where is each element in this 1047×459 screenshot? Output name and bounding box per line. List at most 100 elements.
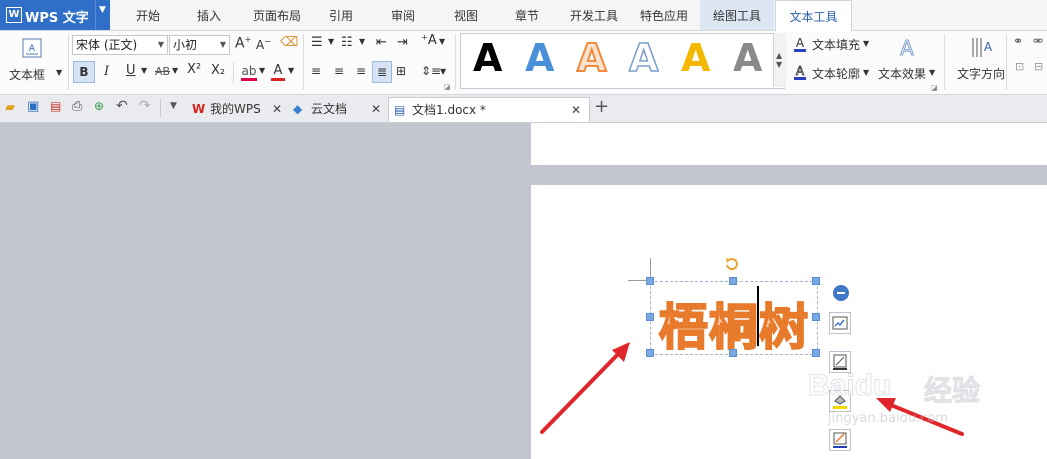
menu-special-apps[interactable]: 特色应用 — [632, 0, 696, 30]
menu-page-layout[interactable]: 页面布局 — [245, 0, 309, 30]
align-justify-icon[interactable]: ≣ — [372, 61, 392, 83]
resize-handle-ne[interactable] — [812, 277, 820, 285]
bold-button[interactable]: B — [73, 61, 95, 83]
font-size-select[interactable]: 小初 ▼ — [169, 35, 230, 55]
resize-handle-se[interactable] — [812, 349, 820, 357]
style-yellow[interactable]: A — [681, 36, 710, 80]
close-icon[interactable]: ✕ — [371, 97, 381, 121]
bullet-list-icon[interactable]: ☰ — [311, 35, 323, 50]
chevron-down-icon[interactable]: ▼ — [56, 68, 62, 77]
grow-font-icon[interactable]: A+ — [235, 35, 251, 52]
chevron-down-icon[interactable]: ▼ — [172, 66, 178, 75]
chevron-down-icon[interactable]: ▼ — [259, 66, 265, 75]
gallery-more-icon[interactable]: ▲ ▼ — [776, 51, 782, 69]
menu-start[interactable]: 开始 — [120, 0, 176, 30]
chevron-down-icon[interactable]: ▼ — [288, 66, 294, 75]
chevron-down-icon[interactable]: ▼ — [929, 68, 935, 77]
tab-my-wps[interactable]: W 我的WPS ✕ — [186, 97, 286, 121]
align-right-icon[interactable]: ≡ — [356, 64, 366, 78]
tab-cloud-docs[interactable]: ◆ 云文档 ✕ — [287, 97, 387, 121]
outline-color-button[interactable] — [829, 429, 851, 451]
subscript-button[interactable]: X₂ — [211, 63, 225, 78]
resize-handle-n[interactable] — [729, 277, 737, 285]
print-icon[interactable]: ⎙ — [72, 99, 82, 114]
highlight-icon[interactable]: ab — [239, 61, 259, 83]
textbox-margin-icon[interactable]: ⊡ — [1015, 60, 1024, 73]
chevron-down-icon[interactable]: ▼ — [328, 37, 334, 46]
align-center-icon[interactable]: ≡ — [334, 64, 344, 78]
dialog-launcher-icon[interactable]: ◪ — [444, 83, 451, 91]
close-icon[interactable]: ✕ — [571, 98, 581, 122]
new-tab-icon[interactable]: + — [594, 96, 609, 117]
align-left-icon[interactable]: ≡ — [311, 64, 321, 78]
menu-developer[interactable]: 开发工具 — [563, 0, 625, 30]
numbered-list-icon[interactable]: ☷ — [341, 35, 353, 50]
italic-button[interactable]: I — [104, 64, 109, 79]
decrease-indent-icon[interactable]: ⇤ — [376, 35, 387, 50]
menu-text-tools[interactable]: 文本工具 — [775, 0, 852, 31]
chevron-down-icon[interactable]: ▼ — [141, 66, 147, 75]
chevron-down-icon[interactable]: ▼ — [863, 39, 869, 48]
font-name-select[interactable]: 宋体 (正文) ▼ — [72, 35, 168, 55]
resize-handle-nw[interactable] — [646, 277, 654, 285]
document-canvas[interactable]: 梧桐树 Baidu 经验 jingyan.baidu.com — [0, 123, 1047, 459]
style-black[interactable]: A — [473, 36, 502, 80]
close-icon[interactable]: ✕ — [272, 97, 282, 121]
text-effect-icon[interactable]: A — [895, 36, 919, 61]
style-gray[interactable]: A — [733, 36, 762, 80]
gallery-scroll[interactable]: ▲ ▼ — [773, 33, 786, 87]
print-preview-icon[interactable]: ⊕ — [94, 99, 104, 113]
textbox-icon[interactable]: A — [20, 36, 44, 60]
menu-insert[interactable]: 插入 — [181, 0, 237, 30]
text-fill-label[interactable]: 文本填充 — [812, 36, 860, 53]
text-fill-icon[interactable]: A — [793, 36, 807, 52]
chevron-down-icon[interactable]: ▼ — [99, 5, 106, 15]
text-outline-icon[interactable]: A — [793, 64, 807, 80]
chevron-down-icon[interactable]: ▼ — [359, 37, 365, 46]
distribute-icon[interactable]: ⊞ — [396, 64, 406, 78]
export-pdf-icon[interactable]: ▤ — [50, 99, 61, 113]
link-textbox-icon[interactable]: ⚭ — [1013, 34, 1023, 48]
clear-format-icon[interactable]: ⌫ — [280, 35, 298, 50]
chevron-down-icon[interactable]: ▼ — [170, 101, 177, 111]
menu-references[interactable]: 引用 — [316, 0, 366, 30]
superscript-button[interactable]: X² — [187, 62, 201, 77]
menu-section[interactable]: 章节 — [502, 0, 552, 30]
rotate-handle-icon[interactable] — [724, 257, 738, 271]
underline-button[interactable]: U — [126, 63, 136, 78]
dialog-launcher-icon[interactable]: ◪ — [931, 84, 938, 92]
text-direction-icon[interactable]: A — [969, 35, 995, 61]
chevron-down-icon[interactable]: ▼ — [439, 37, 445, 46]
menu-drawing-tools[interactable]: 绘图工具 — [700, 0, 774, 30]
text-outline-label[interactable]: 文本轮廓 — [812, 65, 860, 82]
resize-handle-e[interactable] — [812, 313, 820, 321]
break-link-icon[interactable]: ⚮ — [1033, 34, 1043, 48]
textbox-align-icon[interactable]: ⊟ — [1034, 60, 1043, 73]
redo-icon[interactable]: ↷ — [139, 98, 151, 114]
chevron-down-icon[interactable]: ▼ — [440, 67, 446, 76]
menu-review[interactable]: 审阅 — [378, 0, 428, 30]
style-orange-outline[interactable]: A — [576, 35, 607, 81]
increase-indent-icon[interactable]: ⇥ — [397, 35, 408, 50]
tab-document1[interactable]: ▤ 文档1.docx * ✕ — [388, 97, 590, 122]
app-menu-button[interactable]: W WPS 文字 ▼ — [0, 0, 110, 30]
shrink-font-icon[interactable]: A− — [256, 37, 271, 52]
undo-icon[interactable]: ↶ — [116, 98, 128, 114]
text-effect-label[interactable]: 文本效果 — [878, 65, 926, 82]
resize-handle-w[interactable] — [646, 313, 654, 321]
text-box[interactable]: 梧桐树 — [650, 281, 818, 357]
style-blue[interactable]: A — [525, 36, 554, 80]
menu-view[interactable]: 视图 — [441, 0, 491, 30]
text-size-adjust-icon[interactable]: ⁺A — [421, 33, 437, 48]
collapse-icon[interactable] — [833, 285, 849, 301]
strikethrough-button[interactable]: AB — [155, 65, 170, 78]
chevron-down-icon[interactable]: ▼ — [863, 68, 869, 77]
style-white-outline[interactable]: A — [628, 35, 659, 81]
layout-options-button[interactable] — [829, 312, 851, 334]
open-folder-icon[interactable]: ▰ — [5, 100, 15, 115]
line-spacing-icon[interactable]: ⇕≡ — [421, 64, 441, 78]
text-direction-label[interactable]: 文字方向 — [957, 65, 1005, 82]
save-icon[interactable]: ▣ — [27, 99, 39, 114]
textbox-label[interactable]: 文本框 — [9, 66, 45, 83]
resize-handle-s[interactable] — [729, 349, 737, 357]
